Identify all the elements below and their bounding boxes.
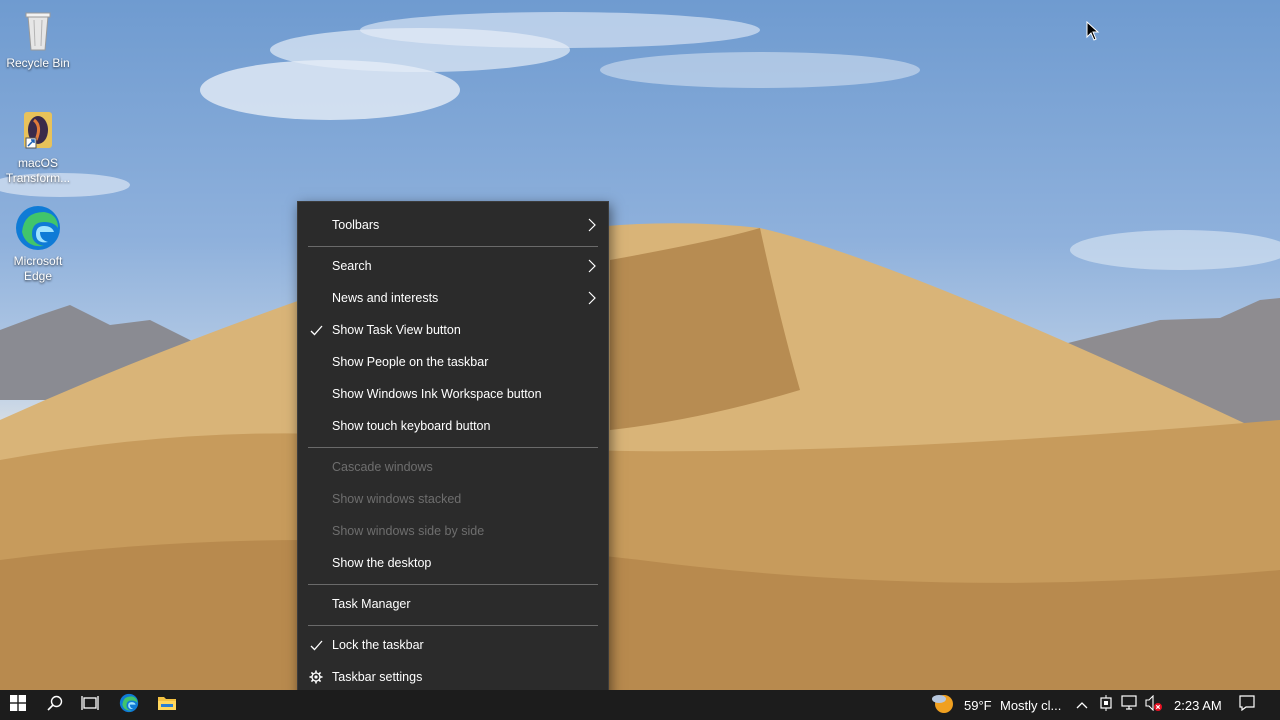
notification-icon bbox=[1239, 694, 1255, 716]
weather-widget-button[interactable] bbox=[928, 690, 956, 720]
checkmark-icon bbox=[308, 322, 324, 338]
menu-item-label: Show Task View button bbox=[332, 323, 461, 337]
windows-logo-icon bbox=[10, 694, 26, 716]
clock[interactable]: 2:23 AM bbox=[1174, 690, 1222, 720]
taskbar-file-explorer-button[interactable] bbox=[148, 690, 186, 720]
menu-item-cascade-windows: Cascade windows bbox=[298, 452, 608, 482]
menu-item-label: Lock the taskbar bbox=[332, 638, 424, 652]
menu-item-label: Toolbars bbox=[332, 218, 380, 232]
speaker-muted-icon bbox=[1145, 694, 1163, 716]
dune-landscape bbox=[0, 12, 1280, 690]
menu-item-label: Cascade windows bbox=[332, 460, 433, 474]
search-button[interactable] bbox=[38, 690, 72, 720]
menu-item-label: Search bbox=[332, 259, 372, 273]
menu-item-show-task-view-button[interactable]: Show Task View button bbox=[298, 315, 608, 345]
desktop-icon-label: Recycle Bin bbox=[6, 56, 70, 70]
checkmark-icon bbox=[308, 637, 324, 653]
menu-item-show-touch-keyboard-button[interactable]: Show touch keyboard button bbox=[298, 411, 608, 441]
desktop-icon-recycle-bin[interactable]: Recycle Bin bbox=[0, 6, 76, 71]
menu-item-show-windows-ink-workspace-button[interactable]: Show Windows Ink Workspace button bbox=[298, 379, 608, 409]
menu-item-label: Taskbar settings bbox=[332, 670, 423, 684]
chevron-right-icon bbox=[586, 291, 598, 305]
desktop-icon-microsoft-edge[interactable]: Microsoft Edge bbox=[0, 204, 76, 284]
volume-tray-button[interactable] bbox=[1143, 690, 1165, 720]
menu-item-label: Show Windows Ink Workspace button bbox=[332, 387, 542, 401]
desktop-icon-label: macOS Transform... bbox=[5, 156, 71, 185]
recycle-bin-icon bbox=[14, 6, 62, 54]
menu-item-show-windows-side-by-side: Show windows side by side bbox=[298, 516, 608, 546]
edge-icon bbox=[14, 204, 62, 252]
security-tray-button[interactable] bbox=[1096, 690, 1116, 720]
network-tray-button[interactable] bbox=[1119, 690, 1141, 720]
search-icon bbox=[47, 695, 63, 716]
menu-item-show-windows-stacked: Show windows stacked bbox=[298, 484, 608, 514]
desktop-icon-macos-transformation[interactable]: macOS Transform... bbox=[0, 106, 76, 186]
taskbar-context-menu: Toolbars Search News and interests Show … bbox=[297, 201, 609, 703]
menu-item-label: Show touch keyboard button bbox=[332, 419, 491, 433]
chevron-right-icon bbox=[586, 259, 598, 273]
menu-item-lock-the-taskbar[interactable]: Lock the taskbar bbox=[298, 630, 608, 660]
device-security-icon bbox=[1099, 694, 1113, 716]
menu-item-news-and-interests[interactable]: News and interests bbox=[298, 283, 608, 313]
desktop-icon-label: Microsoft Edge bbox=[13, 254, 63, 283]
menu-separator bbox=[308, 625, 598, 626]
menu-item-label: Show People on the taskbar bbox=[332, 355, 489, 369]
gear-icon bbox=[308, 669, 324, 685]
menu-separator bbox=[308, 584, 598, 585]
action-center-button[interactable] bbox=[1234, 690, 1260, 720]
taskbar: 59°F Mostly cl... 2:23 AM bbox=[0, 690, 1280, 720]
folder-icon bbox=[157, 694, 177, 717]
menu-item-search[interactable]: Search bbox=[298, 251, 608, 281]
menu-item-show-the-desktop[interactable]: Show the desktop bbox=[298, 548, 608, 578]
menu-item-taskbar-settings[interactable]: Taskbar settings bbox=[298, 662, 608, 692]
start-button[interactable] bbox=[0, 690, 36, 720]
taskbar-edge-button[interactable] bbox=[110, 690, 148, 720]
menu-separator bbox=[308, 447, 598, 448]
menu-item-label: Show the desktop bbox=[332, 556, 432, 570]
menu-item-toolbars[interactable]: Toolbars bbox=[298, 210, 608, 240]
menu-item-task-manager[interactable]: Task Manager bbox=[298, 589, 608, 619]
chevron-right-icon bbox=[586, 218, 598, 232]
mouse-cursor-icon bbox=[1086, 20, 1100, 46]
menu-item-label: News and interests bbox=[332, 291, 439, 305]
moon-cloud-icon bbox=[930, 691, 954, 720]
menu-item-label: Show windows stacked bbox=[332, 492, 462, 506]
edge-icon bbox=[119, 693, 139, 718]
show-hidden-icons-button[interactable] bbox=[1072, 690, 1092, 720]
task-view-icon bbox=[81, 695, 99, 716]
menu-item-label: Task Manager bbox=[332, 597, 411, 611]
weather-temperature[interactable]: 59°F bbox=[964, 690, 992, 720]
network-icon bbox=[1121, 694, 1139, 716]
menu-separator bbox=[308, 246, 598, 247]
menu-item-show-people-on-taskbar[interactable]: Show People on the taskbar bbox=[298, 347, 608, 377]
desktop-wallpaper bbox=[0, 0, 1280, 690]
macos-transformation-icon bbox=[14, 106, 62, 154]
task-view-button[interactable] bbox=[72, 690, 108, 720]
weather-condition[interactable]: Mostly cl... bbox=[1000, 690, 1061, 720]
menu-item-label: Show windows side by side bbox=[332, 524, 485, 538]
chevron-up-icon bbox=[1076, 696, 1088, 714]
